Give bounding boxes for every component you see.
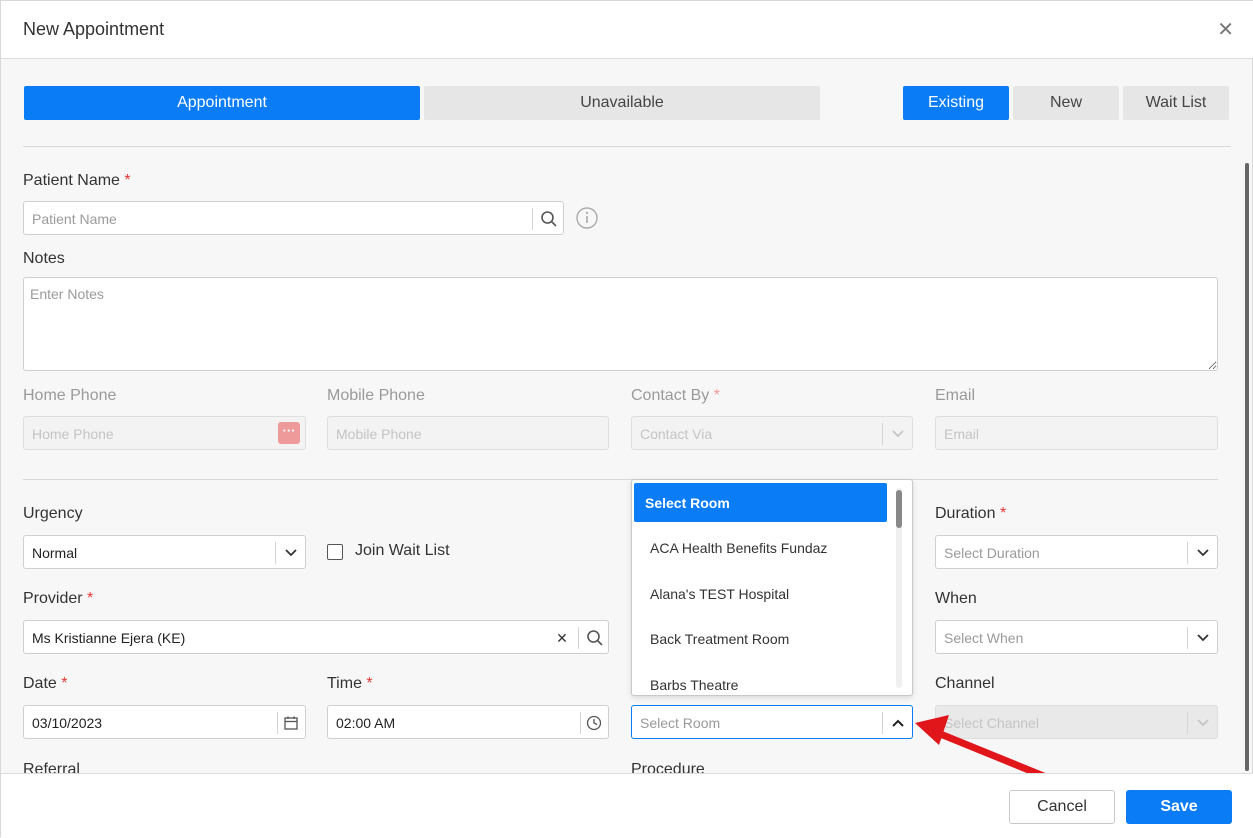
contact-via-placeholder: Contact Via [640,426,713,442]
duration-select[interactable]: Select Duration [935,535,1218,569]
chevron-up-icon[interactable] [888,713,908,733]
tab-appointment[interactable]: Appointment [24,86,420,120]
room-select[interactable]: Select Room [631,705,913,739]
info-icon[interactable] [576,207,598,229]
room-option[interactable]: Alana's TEST Hospital [650,586,789,602]
contact-via-select[interactable]: Contact Via [631,416,913,450]
separator [532,208,533,230]
provider-input[interactable]: Ms Kristianne Ejera (KE) ✕ [23,620,609,654]
when-label: When [935,590,977,607]
existing-patient-button[interactable]: Existing [903,86,1009,120]
channel-label: Channel [935,675,995,692]
dropdown-scrollbar[interactable] [896,488,902,688]
provider-label: Provider * [23,590,94,607]
save-button[interactable]: Save [1126,790,1232,824]
chevron-down-icon [1193,628,1213,648]
separator [277,712,278,734]
join-wait-list-label: Join Wait List [355,542,450,559]
notes-textarea[interactable] [23,277,1218,371]
mobile-phone-label: Mobile Phone [327,387,425,404]
chevron-down-icon [1193,543,1213,563]
dialog-header: New Appointment ✕ [1,1,1253,59]
tab-unavailable[interactable]: Unavailable [424,86,820,120]
chevron-down-icon [281,543,301,563]
chevron-down-icon [888,424,908,444]
wait-list-button[interactable]: Wait List [1123,86,1229,120]
separator [882,712,883,734]
mobile-phone-input[interactable]: Mobile Phone [327,416,609,450]
join-wait-list-checkbox[interactable] [327,544,343,560]
separator [580,712,581,734]
room-dropdown-list: Select Room ACA Health Benefits Fundaz A… [631,479,913,696]
email-label: Email [935,387,976,404]
contact-by-label: Contact By * [631,387,720,404]
clock-icon[interactable] [584,713,604,733]
room-option[interactable]: Barbs Theatre [650,677,738,693]
room-option[interactable]: Select Room [634,483,887,522]
calendar-icon[interactable] [281,713,301,733]
patient-name-label: Patient Name * [23,172,131,189]
separator [882,423,883,445]
chevron-down-icon [1193,713,1213,733]
room-option[interactable]: Back Treatment Room [650,631,789,647]
patient-name-input[interactable]: Patient Name [23,201,564,235]
time-input[interactable]: 02:00 AM [327,705,609,739]
dialog-footer: Cancel Save [1,773,1253,838]
separator [1187,542,1188,564]
duration-placeholder: Select Duration [944,545,1040,561]
search-icon[interactable] [539,209,559,229]
clear-icon[interactable]: ✕ [552,628,572,648]
room-placeholder: Select Room [640,715,721,731]
duration-label: Duration * [935,505,1007,522]
dropdown-scrollbar-thumb[interactable] [896,490,902,528]
email-placeholder: Email [944,426,980,442]
divider [23,479,1218,480]
divider [23,146,1231,147]
close-icon[interactable]: ✕ [1217,17,1234,42]
email-input[interactable]: Email [935,416,1218,450]
notes-label: Notes [23,250,65,267]
time-value: 02:00 AM [336,715,396,731]
home-phone-placeholder: Home Phone [32,426,114,442]
separator [275,542,276,564]
urgency-value: Normal [32,545,78,561]
date-input[interactable]: 03/10/2023 [23,705,306,739]
urgency-label: Urgency [23,505,83,522]
urgency-select[interactable]: Normal [23,535,306,569]
form-scrollbar[interactable] [1245,163,1249,771]
dialog-title: New Appointment [23,19,165,39]
separator [1187,627,1188,649]
home-phone-input[interactable]: Home Phone ··· [23,416,306,450]
time-label: Time * [327,675,373,692]
home-phone-label: Home Phone [23,387,117,404]
patient-name-placeholder: Patient Name [32,211,117,227]
room-option[interactable]: ACA Health Benefits Fundaz [650,540,827,556]
mobile-phone-placeholder: Mobile Phone [336,426,422,442]
more-options-icon[interactable]: ··· [278,422,300,444]
new-patient-button[interactable]: New [1013,86,1119,120]
separator [578,627,579,649]
provider-value: Ms Kristianne Ejera (KE) [32,630,186,646]
new-appointment-dialog: New Appointment ✕ Appointment Unavailabl… [0,0,1253,838]
cancel-button[interactable]: Cancel [1009,790,1115,824]
when-select[interactable]: Select When [935,620,1218,654]
date-label: Date * [23,675,68,692]
separator [1187,712,1188,734]
date-value: 03/10/2023 [32,715,103,731]
search-icon[interactable] [585,628,605,648]
when-placeholder: Select When [944,630,1024,646]
